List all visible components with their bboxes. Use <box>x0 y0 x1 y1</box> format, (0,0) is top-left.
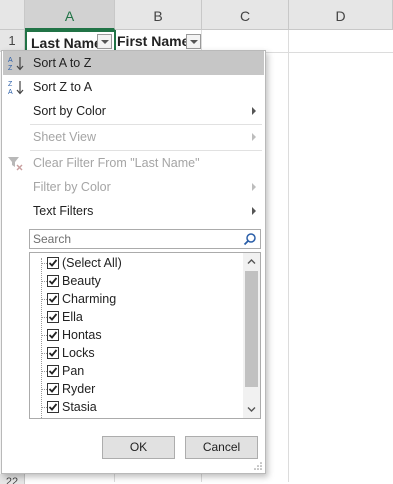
checkbox-checked[interactable] <box>47 293 59 305</box>
list-item-label: Pan <box>62 364 85 378</box>
checkbox-checked[interactable] <box>47 365 59 377</box>
menu-label: Text Filters <box>33 204 94 218</box>
cancel-button[interactable]: Cancel <box>185 436 258 459</box>
submenu-arrow-icon <box>252 207 256 215</box>
list-item-label: Ryder <box>62 382 96 396</box>
menu-label: Sort by Color <box>33 104 106 118</box>
resize-grip-icon[interactable] <box>254 462 262 470</box>
cell-b1[interactable]: First Name <box>117 30 187 52</box>
menu-label: Sort A to Z <box>33 56 92 70</box>
clear-filter-icon <box>8 157 23 171</box>
row-header-1[interactable]: 1 <box>0 30 25 52</box>
list-item-label: Stasia <box>62 400 97 414</box>
menu-label: Sort Z to A <box>33 80 93 94</box>
checkbox-checked[interactable] <box>47 329 59 341</box>
list-scrollbar[interactable] <box>243 253 260 418</box>
menu-label: Sheet View <box>33 130 97 144</box>
sort-a-to-z-icon: A Z <box>8 57 24 72</box>
tree-line <box>41 258 42 418</box>
checkbox-checked[interactable] <box>47 257 59 269</box>
menu-sort-z-to-a[interactable]: Z A Sort Z to A <box>3 75 264 99</box>
filter-values-list: (Select All) Beauty Charming Ella Hontas… <box>29 252 261 419</box>
select-all-corner[interactable] <box>0 0 25 30</box>
checkbox-checked[interactable] <box>47 347 59 359</box>
filter-dropdown-button-a[interactable] <box>97 34 112 49</box>
column-header-c[interactable]: C <box>202 0 289 30</box>
scroll-down-icon[interactable] <box>247 405 256 414</box>
search-input[interactable] <box>30 230 238 248</box>
list-item-label: Locks <box>62 346 95 360</box>
list-item-label: (Select All) <box>62 256 122 270</box>
menu-label: Clear Filter From "Last Name" <box>33 156 200 170</box>
menu-sheet-view: Sheet View <box>3 125 264 149</box>
checkbox-checked[interactable] <box>47 401 59 413</box>
filter-search-box[interactable] <box>29 229 261 249</box>
svg-text:Z: Z <box>8 81 13 88</box>
checkbox-checked[interactable] <box>47 311 59 323</box>
scrollbar-thumb[interactable] <box>245 271 258 387</box>
search-icon[interactable] <box>243 232 257 246</box>
svg-text:A: A <box>8 89 13 96</box>
menu-text-filters[interactable]: Text Filters <box>3 199 264 223</box>
svg-text:Z: Z <box>8 65 13 72</box>
submenu-arrow-icon <box>252 107 256 115</box>
gridline <box>288 30 289 482</box>
svg-text:A: A <box>8 57 13 64</box>
row-header-22[interactable]: 22 <box>0 474 25 484</box>
cell-b1-text: First Name <box>117 33 187 49</box>
column-header-a[interactable]: A <box>25 0 115 30</box>
scroll-up-icon[interactable] <box>247 257 256 266</box>
submenu-arrow-icon <box>252 183 256 191</box>
column-header-b[interactable]: B <box>115 0 202 30</box>
list-item-label: Charming <box>62 292 117 306</box>
checkbox-checked[interactable] <box>47 383 59 395</box>
cell-a1-text: Last Name <box>31 35 102 51</box>
list-item-label: Beauty <box>62 274 101 288</box>
autofilter-dropdown: A Z Sort A to Z Z A Sort Z to A Sort by … <box>1 50 266 474</box>
menu-sort-by-color[interactable]: Sort by Color <box>3 99 264 123</box>
column-header-d[interactable]: D <box>289 0 393 30</box>
ok-button[interactable]: OK <box>102 436 175 459</box>
menu-label: Filter by Color <box>33 180 111 194</box>
menu-filter-by-color: Filter by Color <box>3 175 264 199</box>
submenu-arrow-icon <box>252 133 256 141</box>
list-item-label: Ella <box>62 310 83 324</box>
sort-z-to-a-icon: Z A <box>8 81 24 96</box>
checkbox-checked[interactable] <box>47 275 59 287</box>
filter-dropdown-button-b[interactable] <box>186 34 201 49</box>
menu-sort-a-to-z[interactable]: A Z Sort A to Z <box>3 51 264 75</box>
list-item-label: Hontas <box>62 328 102 342</box>
menu-clear-filter: Clear Filter From "Last Name" <box>3 151 264 175</box>
